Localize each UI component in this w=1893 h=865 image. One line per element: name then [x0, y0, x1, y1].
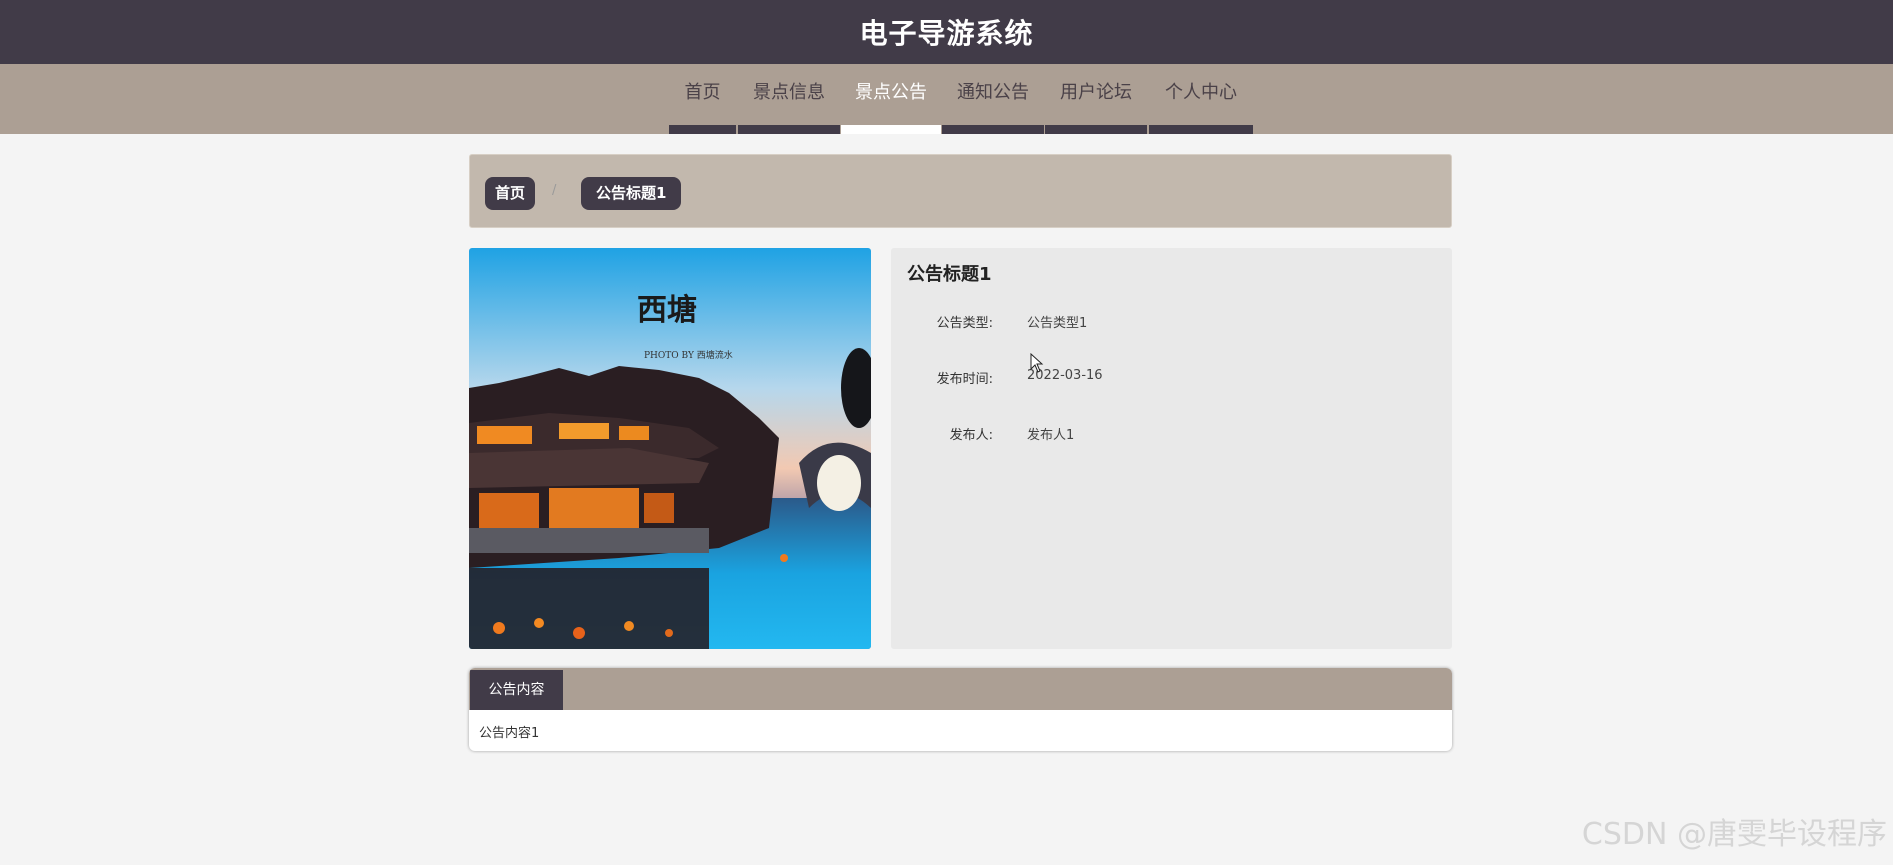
notice-content-panel: 公告内容 公告内容1 — [469, 668, 1452, 751]
nav-item-label: 景点公告 — [855, 82, 927, 103]
notice-type-label: 公告类型: — [936, 316, 993, 331]
nav-underline — [942, 125, 1044, 134]
nav-item-home[interactable]: 首页 — [669, 64, 736, 134]
nav-item-label: 景点信息 — [753, 82, 825, 103]
site-title: 电子导游系统 — [859, 17, 1034, 50]
nav-item-notices[interactable]: 通知公告 — [942, 64, 1044, 134]
nav-item-label: 首页 — [684, 82, 721, 103]
xitang-night-scene: 西塘 PHOTO BY 西塘流水 — [469, 248, 871, 649]
breadcrumb-home[interactable]: 首页 — [485, 177, 536, 210]
nav-item-label: 通知公告 — [957, 82, 1029, 103]
nav-item-attraction-notices[interactable]: 景点公告 — [841, 64, 941, 134]
nav-underline-active — [841, 125, 941, 134]
nav-underline — [738, 125, 840, 134]
notice-title: 公告标题1 — [907, 264, 992, 285]
breadcrumb-separator: / — [552, 183, 557, 198]
breadcrumb: 首页 / 公告标题1 — [469, 154, 1452, 228]
top-header: 电子导游系统 — [0, 0, 1893, 64]
calligraphy-text: 西塘 — [637, 293, 697, 328]
tab-notice-content[interactable]: 公告内容 — [470, 670, 563, 710]
notice-content-text: 公告内容1 — [479, 726, 540, 741]
nav-underline — [1149, 125, 1253, 134]
nav-item-label: 个人中心 — [1165, 82, 1237, 103]
nav-underline — [1045, 125, 1147, 134]
nav-item-profile[interactable]: 个人中心 — [1149, 64, 1253, 134]
content-tab-bar: 公告内容 — [469, 668, 1452, 710]
notice-type-value: 公告类型1 — [1027, 316, 1088, 331]
mouse-cursor-icon — [1030, 352, 1044, 377]
publisher-label: 发布人: — [949, 428, 993, 443]
breadcrumb-current: 公告标题1 — [581, 177, 682, 210]
nav-underline — [669, 125, 736, 134]
notice-detail-panel: 公告标题1 公告类型: 公告类型1 发布时间: 2022-03-16 发布人: … — [891, 248, 1452, 649]
nav-item-forum[interactable]: 用户论坛 — [1045, 64, 1147, 134]
photo-credit: PHOTO BY 西塘流水 — [644, 349, 733, 361]
attraction-photo: 西塘 PHOTO BY 西塘流水 — [469, 248, 871, 649]
publish-time-label: 发布时间: — [936, 372, 993, 387]
nav-item-attractions[interactable]: 景点信息 — [738, 64, 840, 134]
publisher-value: 发布人1 — [1027, 428, 1075, 443]
nav-item-label: 用户论坛 — [1060, 82, 1132, 103]
watermark: CSDN @唐雯毕设程序 — [1581, 817, 1887, 852]
main-nav: 首页 景点信息 景点公告 通知公告 用户论坛 个人中心 — [0, 64, 1893, 134]
